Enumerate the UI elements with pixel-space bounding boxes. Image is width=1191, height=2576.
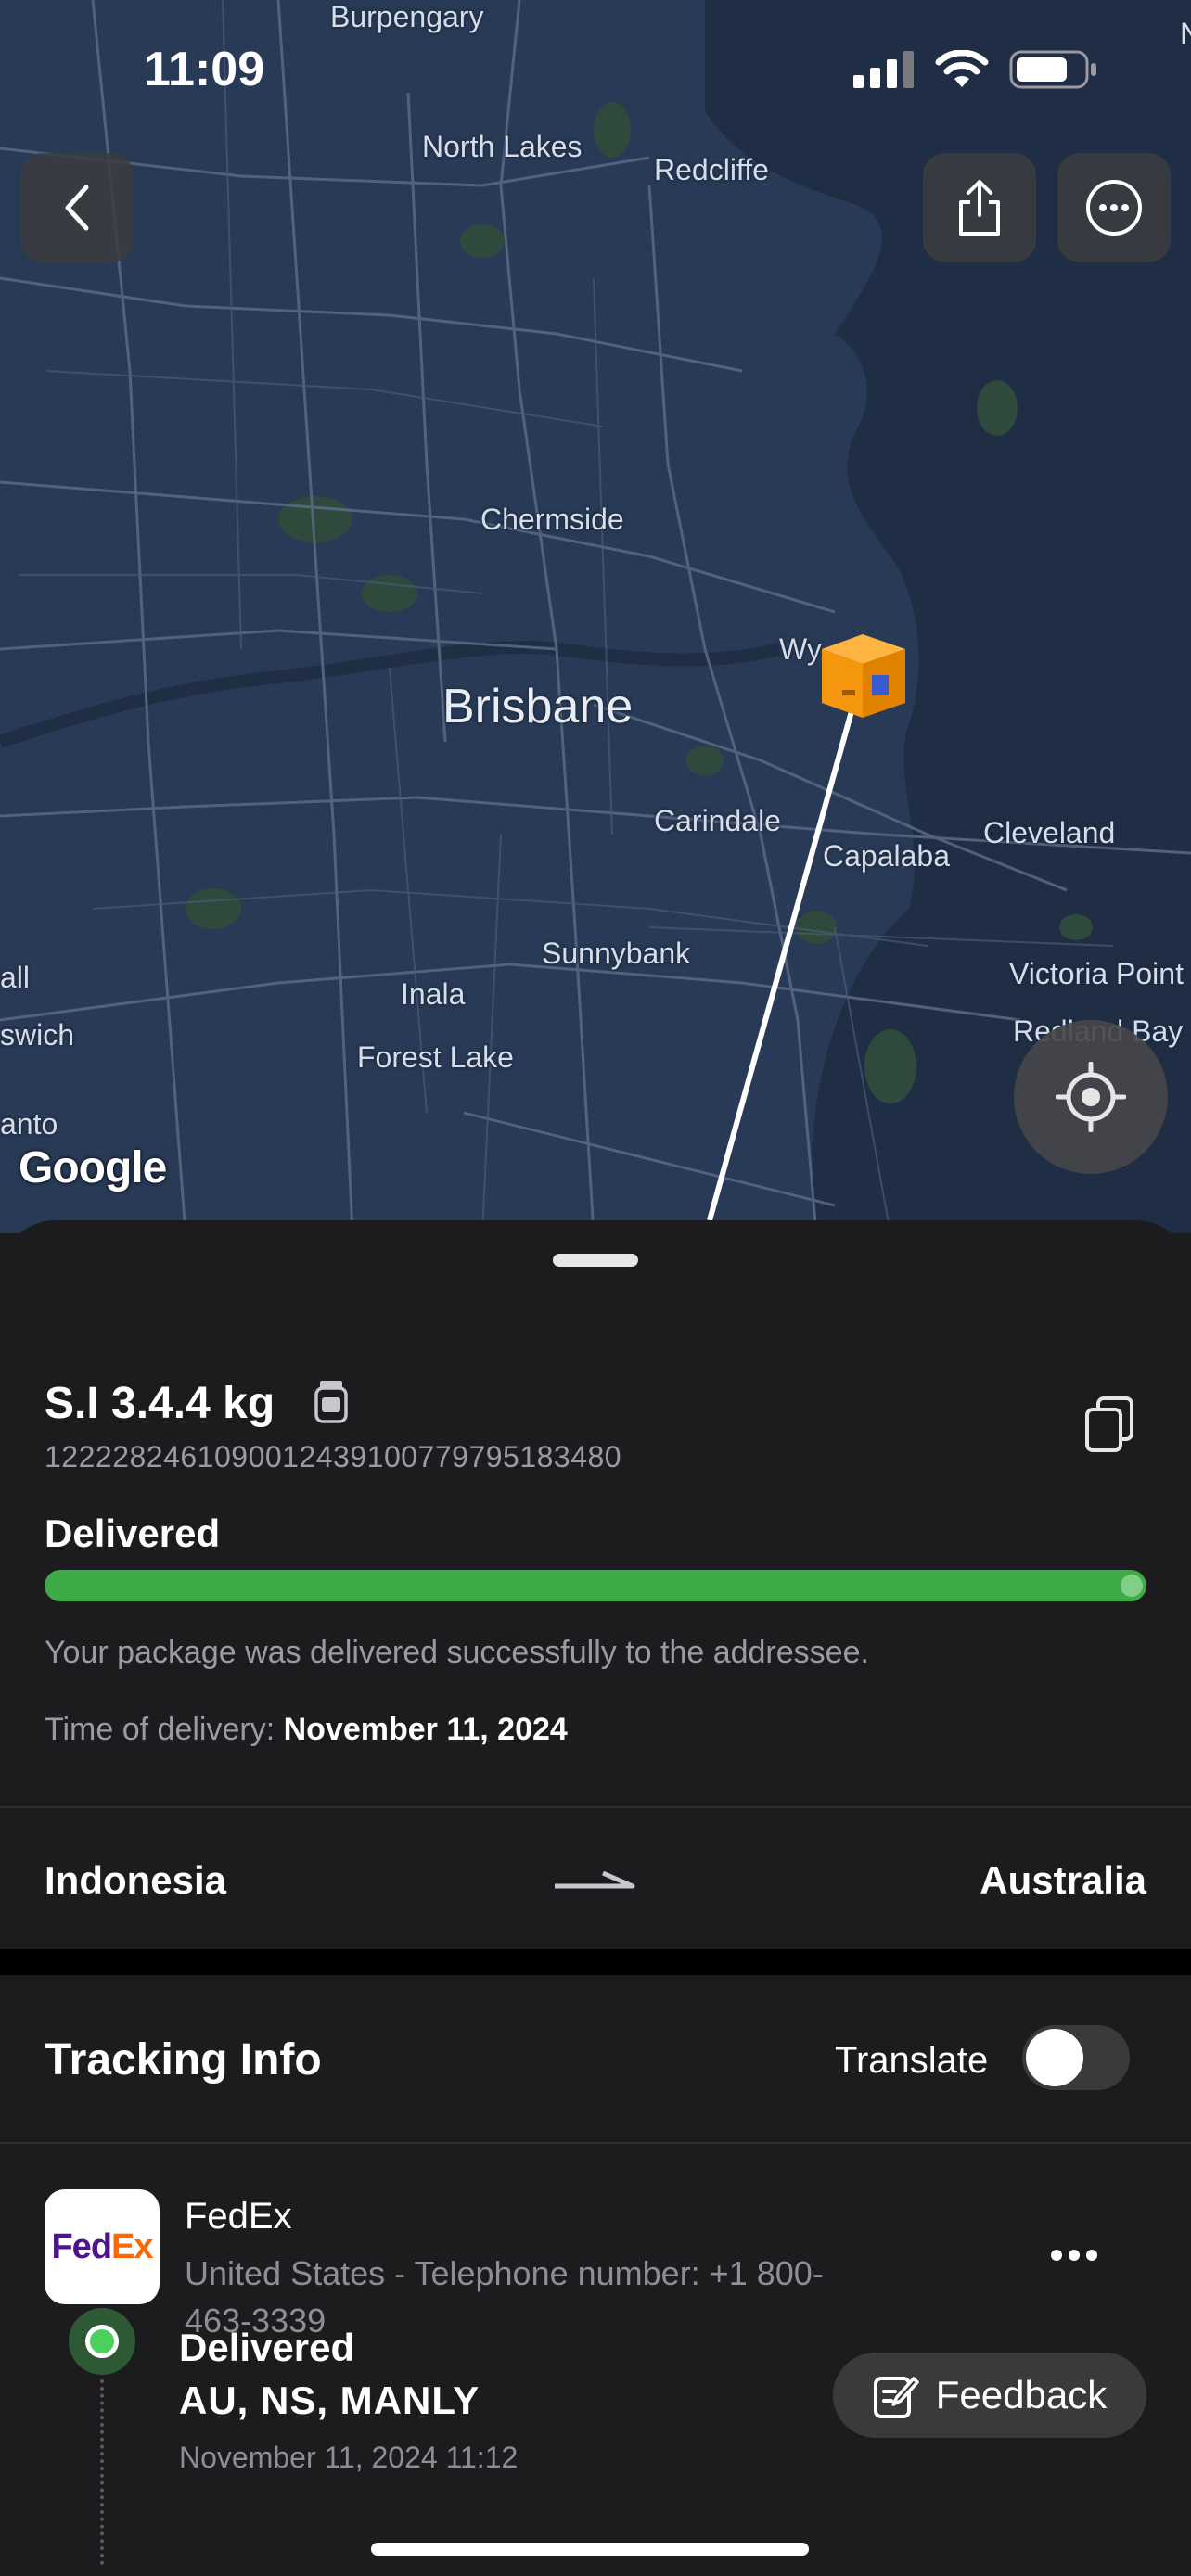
status-time: 11:09	[144, 43, 265, 96]
map-label: all	[0, 961, 31, 994]
wifi-icon	[935, 50, 989, 87]
back-button[interactable]	[20, 153, 134, 262]
timeline-dot	[69, 2308, 135, 2375]
divider	[0, 1806, 1191, 1808]
map-label: Chermside	[480, 503, 624, 536]
more-options-button[interactable]	[1057, 153, 1171, 262]
home-indicator	[371, 2543, 809, 2556]
map-label: Victoria Point	[1009, 957, 1184, 990]
map-label: anto	[0, 1107, 58, 1141]
map-label: Brisbane	[442, 680, 634, 733]
sheet-drag-handle[interactable]	[553, 1254, 638, 1267]
progress-bar	[45, 1570, 1146, 1601]
share-button[interactable]	[923, 153, 1036, 262]
map-label: Capalaba	[823, 839, 950, 873]
map-label: Carindale	[654, 804, 781, 837]
route-arrow-icon	[555, 1870, 635, 1889]
status-description: Your package was delivered successfully …	[45, 1635, 869, 1670]
map-label: Inala	[401, 977, 466, 1011]
map-label: Sunnybank	[542, 937, 691, 970]
share-icon	[959, 180, 1000, 236]
delivery-time: Time of delivery: November 11, 2024	[45, 1712, 568, 1748]
event-location: AU, NS, MANLY	[179, 2378, 480, 2422]
map-label: Cleveland	[983, 816, 1116, 849]
toggle-knob	[1026, 2029, 1083, 2086]
delivery-time-label: Time of delivery:	[45, 1712, 275, 1747]
map-label: North Lakes	[422, 130, 583, 163]
progress-end-dot	[1121, 1575, 1143, 1597]
timeline-line	[100, 2379, 104, 2565]
route-origin: Indonesia	[45, 1858, 227, 1902]
tracking-info-title: Tracking Info	[45, 2035, 322, 2085]
crosshair-icon	[1056, 1062, 1126, 1132]
carrier-logo-ex: Ex	[111, 2226, 153, 2266]
map-view[interactable]: Burpengary North Lakes Redcliffe Chermsi…	[0, 0, 1191, 1233]
carrier-more-icon[interactable]	[1050, 2248, 1098, 2263]
details-sheet: S.I 3.4.4 kg 122228246109001243910077979…	[0, 1220, 1191, 2576]
delivery-status: Delivered	[45, 1511, 221, 1555]
battery-icon	[1009, 50, 1096, 89]
timeline-dot-inner	[85, 2325, 119, 2358]
status-icons	[853, 46, 1098, 93]
translate-toggle[interactable]	[1022, 2025, 1130, 2090]
package-marker-icon[interactable]	[814, 629, 913, 721]
event-time: November 11, 2024 11:12	[179, 2441, 519, 2474]
section-separator	[0, 1949, 1191, 1975]
feedback-button[interactable]: Feedback	[833, 2353, 1146, 2438]
carrier-name: FedEx	[185, 2196, 292, 2237]
ellipsis-circle-icon	[1086, 180, 1142, 236]
google-attribution: Google	[19, 1143, 167, 1192]
map-label: Redcliffe	[654, 153, 769, 186]
chevron-left-icon	[65, 185, 89, 231]
jar-icon	[314, 1381, 348, 1423]
event-status: Delivered	[179, 2326, 355, 2369]
feedback-label: Feedback	[935, 2373, 1108, 2417]
map-label: N	[1180, 17, 1191, 50]
map-label: Burpengary	[330, 0, 484, 33]
carrier-logo: Fed Ex	[45, 2189, 160, 2304]
compose-icon	[873, 2377, 919, 2418]
delivery-time-value: November 11, 2024	[283, 1712, 568, 1747]
package-title: S.I 3.4.4 kg	[45, 1379, 275, 1428]
progress-fill	[45, 1570, 1146, 1601]
map-label: swich	[0, 1018, 75, 1052]
copy-icon[interactable]	[1083, 1396, 1135, 1454]
tracking-number: 1222282461090012439100779795183480	[45, 1440, 622, 1473]
carrier-logo-fed: Fed	[51, 2226, 112, 2266]
map-label: Forest Lake	[357, 1040, 514, 1074]
cellular-signal-icon	[853, 51, 914, 88]
route-destination: Australia	[980, 1858, 1146, 1902]
divider	[0, 2142, 1191, 2144]
locate-button[interactable]	[1014, 1020, 1168, 1174]
translate-label: Translate	[835, 2040, 989, 2081]
